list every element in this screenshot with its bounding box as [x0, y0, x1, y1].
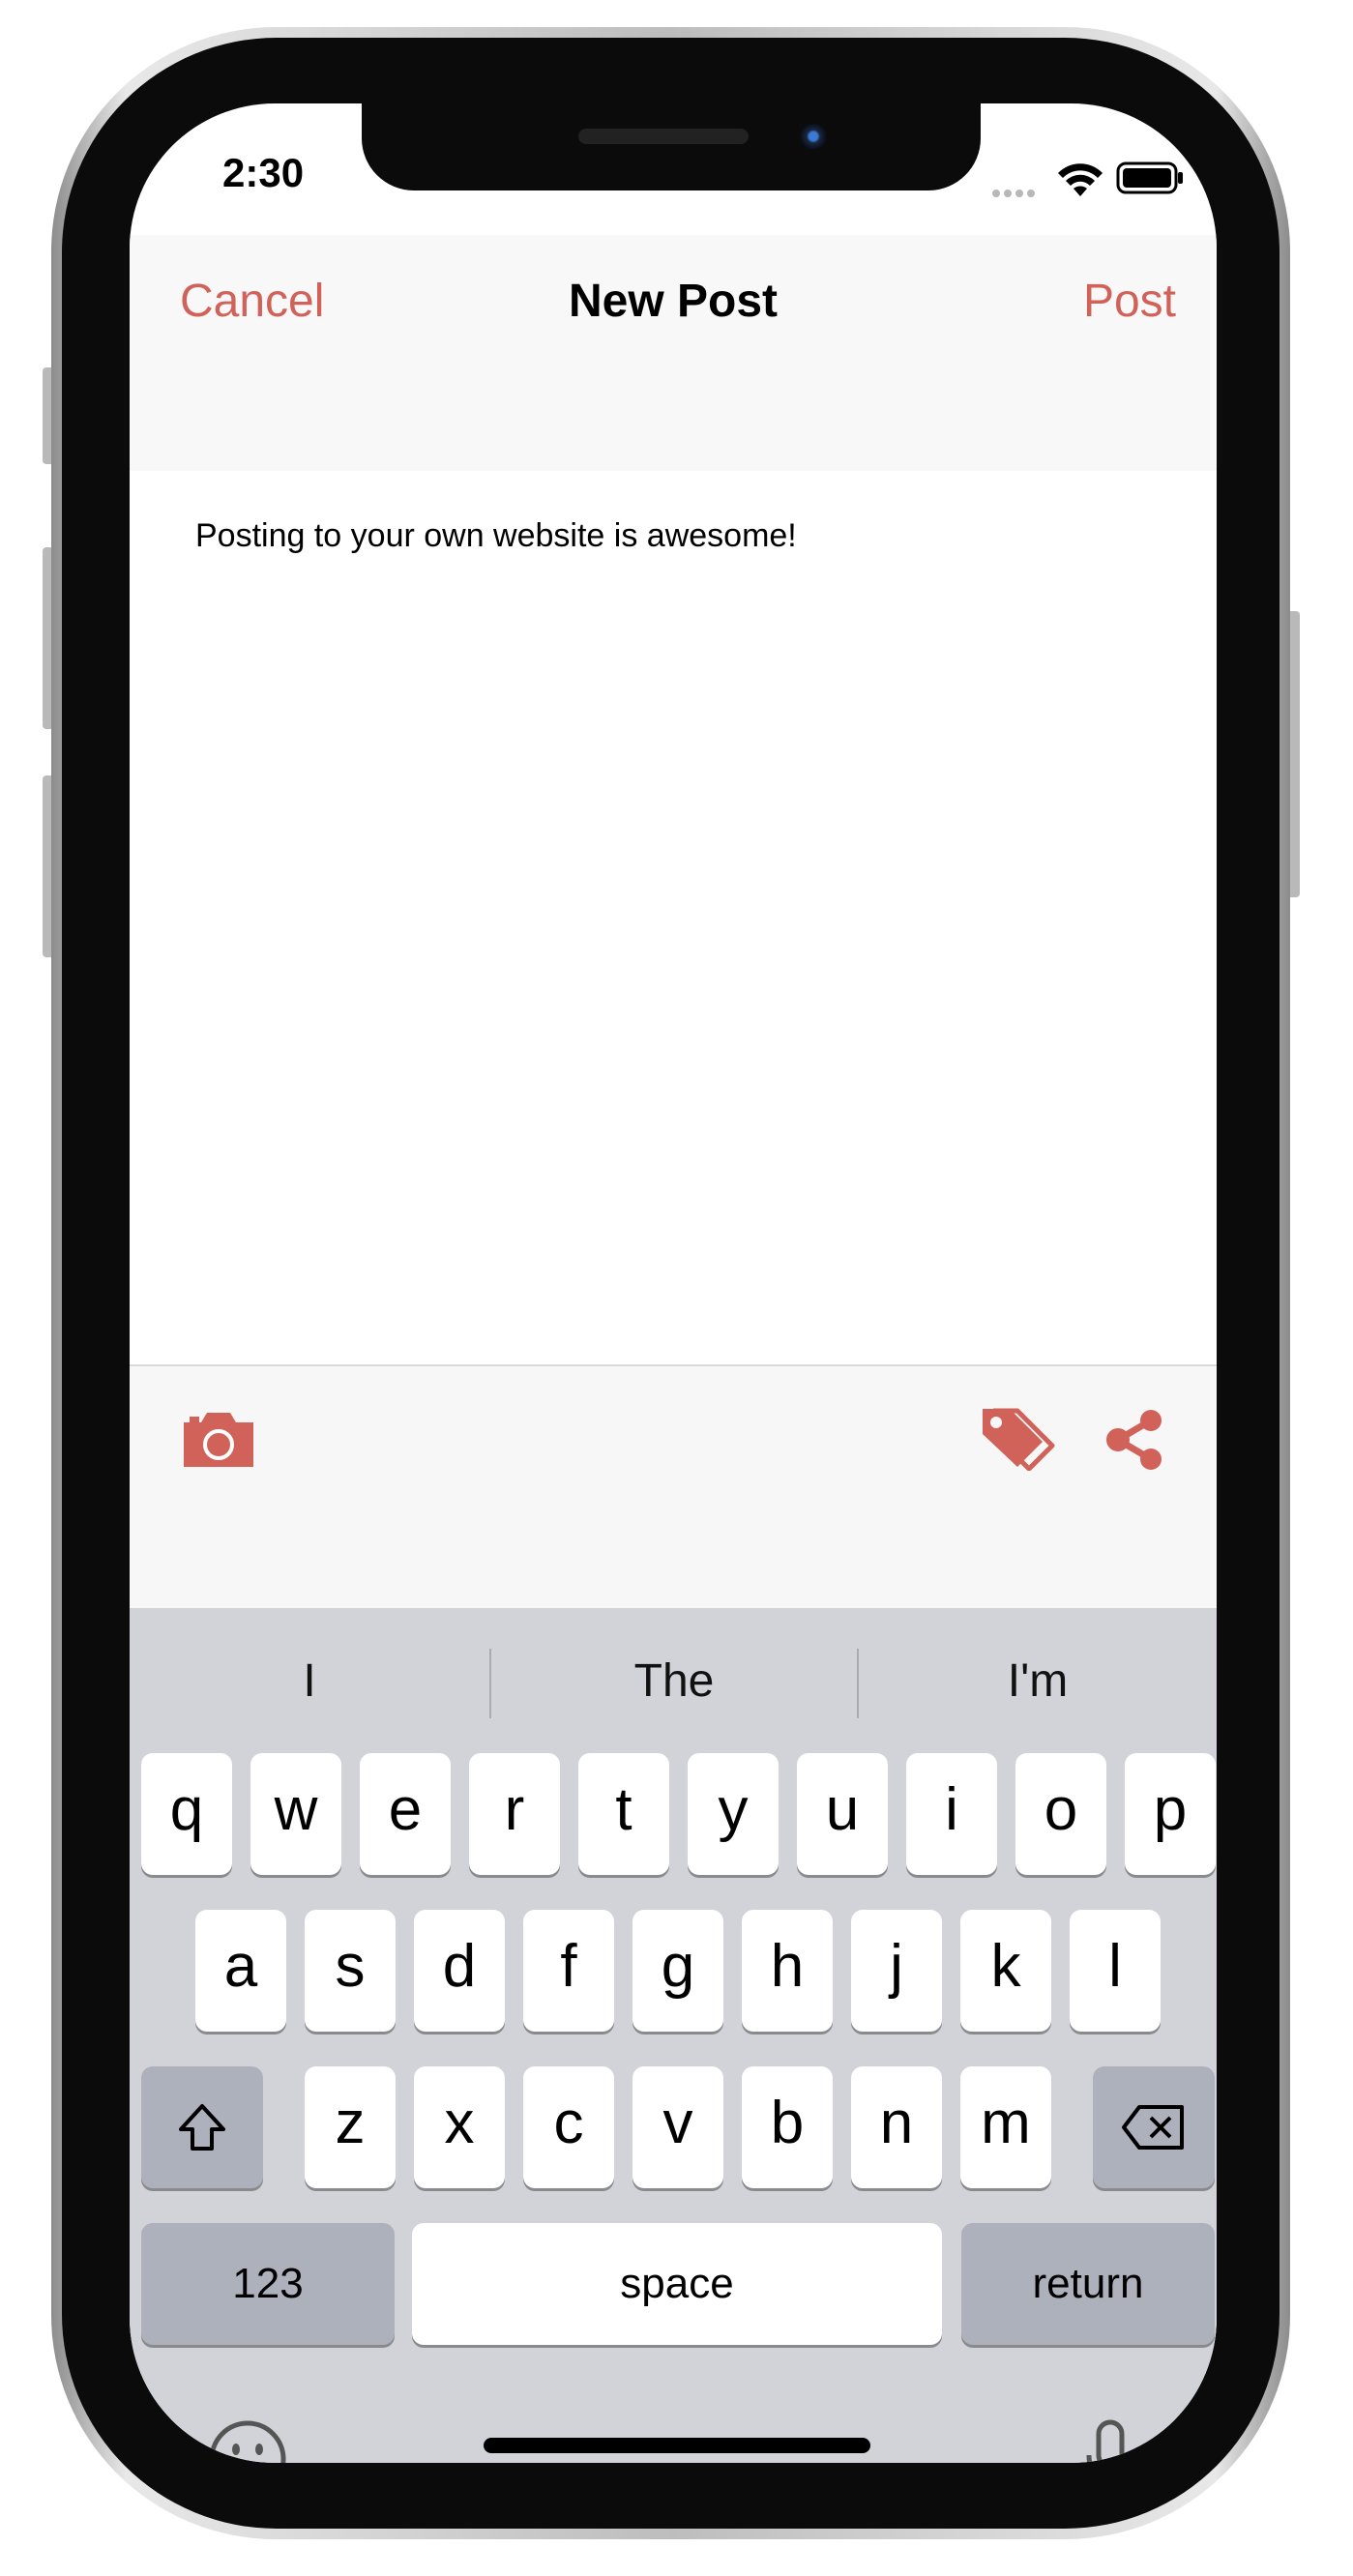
nav-bar	[130, 235, 1217, 471]
numbers-key[interactable]: 123	[141, 2223, 395, 2345]
emoji-icon[interactable]	[207, 2418, 288, 2463]
suggestion-2[interactable]: The	[491, 1643, 857, 1720]
wifi-icon	[1058, 163, 1103, 196]
status-time: 2:30	[222, 150, 305, 195]
camera-icon[interactable]	[180, 1409, 257, 1471]
key-w[interactable]: w	[250, 1753, 341, 1875]
share-icon[interactable]	[1103, 1409, 1166, 1471]
key-l[interactable]: l	[1070, 1910, 1161, 2032]
predictive-bar: I The I'm	[130, 1643, 1217, 1720]
delete-icon	[1122, 2105, 1184, 2150]
suggestion-3[interactable]: I'm	[859, 1643, 1217, 1720]
key-h[interactable]: h	[742, 1910, 833, 2032]
key-e[interactable]: e	[360, 1753, 451, 1875]
shift-icon	[179, 2104, 225, 2151]
key-t[interactable]: t	[578, 1753, 669, 1875]
space-key[interactable]: space	[412, 2223, 942, 2345]
key-j[interactable]: j	[851, 1910, 942, 2032]
return-key[interactable]: return	[961, 2223, 1215, 2345]
key-i[interactable]: i	[906, 1753, 997, 1875]
delete-key[interactable]	[1093, 2066, 1215, 2188]
post-text-area[interactable]: Posting to your own website is awesome!	[130, 471, 1217, 1364]
page-title: New Post	[568, 276, 779, 327]
home-indicator[interactable]	[484, 2438, 870, 2453]
microphone-icon[interactable]	[1081, 2418, 1139, 2463]
key-x[interactable]: x	[414, 2066, 505, 2188]
key-o[interactable]: o	[1015, 1753, 1106, 1875]
notch	[362, 103, 981, 190]
key-r[interactable]: r	[469, 1753, 560, 1875]
post-toolbar	[130, 1364, 1217, 1610]
signal-dots-icon	[992, 185, 1039, 202]
shift-key[interactable]	[141, 2066, 263, 2188]
post-text: Posting to your own website is awesome!	[195, 517, 797, 554]
key-a[interactable]: a	[195, 1910, 286, 2032]
key-b[interactable]: b	[742, 2066, 833, 2188]
key-p[interactable]: p	[1125, 1753, 1216, 1875]
speaker-grille	[578, 129, 749, 144]
tags-icon[interactable]	[981, 1407, 1062, 1471]
key-y[interactable]: y	[688, 1753, 779, 1875]
key-c[interactable]: c	[523, 2066, 614, 2188]
key-u[interactable]: u	[797, 1753, 888, 1875]
key-d[interactable]: d	[414, 1910, 505, 2032]
key-z[interactable]: z	[305, 2066, 396, 2188]
key-f[interactable]: f	[523, 1910, 614, 2032]
key-s[interactable]: s	[305, 1910, 396, 2032]
suggestion-1[interactable]: I	[130, 1643, 489, 1720]
key-m[interactable]: m	[960, 2066, 1051, 2188]
battery-icon	[1116, 161, 1183, 194]
screen: 2:30 Cancel New Post Post Posting to you…	[130, 103, 1217, 2463]
post-button[interactable]: Post	[1083, 275, 1176, 328]
key-g[interactable]: g	[632, 1910, 723, 2032]
front-camera	[800, 123, 827, 150]
key-v[interactable]: v	[632, 2066, 723, 2188]
key-n[interactable]: n	[851, 2066, 942, 2188]
keyboard: I The I'm q w e r t y u i o p a s d f g …	[130, 1608, 1217, 2463]
key-k[interactable]: k	[960, 1910, 1051, 2032]
key-q[interactable]: q	[141, 1753, 232, 1875]
